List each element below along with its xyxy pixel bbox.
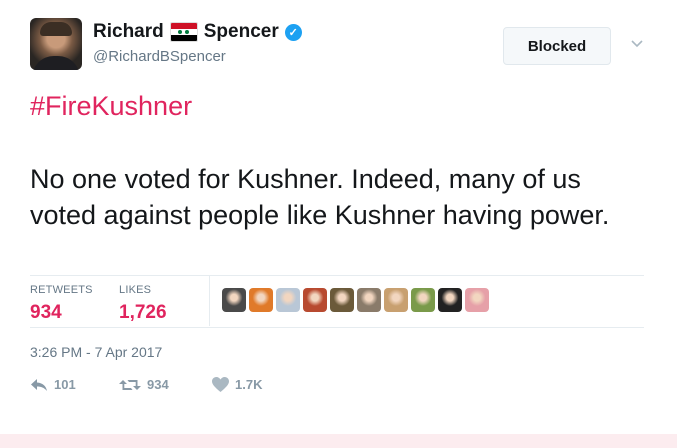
like-action[interactable]: 1.7K <box>212 377 262 392</box>
avatar-hair <box>40 22 72 36</box>
verified-badge-icon: ✓ <box>284 23 302 41</box>
avatar-shoulders <box>32 56 80 70</box>
liker-avatar[interactable] <box>303 288 327 312</box>
stats-bottom-divider <box>30 327 644 328</box>
retweet-count: 934 <box>147 377 169 392</box>
liker-avatars <box>222 288 489 312</box>
user-handle[interactable]: @RichardBSpencer <box>93 48 226 65</box>
liker-avatar[interactable] <box>330 288 354 312</box>
profile-avatar[interactable] <box>30 18 82 70</box>
retweets-stat[interactable]: RETWEETS 934 <box>30 284 93 324</box>
display-name-first[interactable]: Richard <box>93 21 164 43</box>
retweet-icon <box>119 379 141 390</box>
reply-action[interactable]: 101 <box>30 377 119 392</box>
tweet-timestamp[interactable]: 3:26 PM - 7 Apr 2017 <box>30 344 162 360</box>
liker-avatar[interactable] <box>411 288 435 312</box>
likes-stat[interactable]: LIKES 1,726 <box>119 284 167 324</box>
tweet-actions: 101 934 1.7K <box>30 377 262 392</box>
liker-avatar[interactable] <box>222 288 246 312</box>
display-name-last[interactable]: Spencer <box>204 21 279 43</box>
stats-top-divider <box>30 275 644 276</box>
stats-separator <box>209 276 210 326</box>
reply-count: 101 <box>54 377 76 392</box>
display-name-row[interactable]: Richard Spencer ✓ <box>93 20 302 44</box>
liker-avatar[interactable] <box>384 288 408 312</box>
liker-avatar[interactable] <box>249 288 273 312</box>
liker-avatar[interactable] <box>276 288 300 312</box>
retweet-action[interactable]: 934 <box>119 377 212 392</box>
like-count: 1.7K <box>235 377 263 392</box>
syria-flag-icon <box>169 22 198 42</box>
retweets-value[interactable]: 934 <box>30 302 93 324</box>
hashtag-link[interactable]: #FireKushner <box>30 91 192 122</box>
likes-label: LIKES <box>119 284 152 296</box>
tweet-text: No one voted for Kushner. Indeed, many o… <box>30 164 610 230</box>
retweets-label: RETWEETS <box>30 284 93 296</box>
liker-avatar[interactable] <box>438 288 462 312</box>
reply-icon <box>31 378 47 391</box>
blocked-button[interactable]: Blocked <box>503 27 611 65</box>
reply-area-band <box>0 434 677 448</box>
chevron-down-icon[interactable] <box>630 36 644 50</box>
heart-icon <box>212 377 229 392</box>
likes-value[interactable]: 1,726 <box>119 302 167 324</box>
liker-avatar[interactable] <box>465 288 489 312</box>
liker-avatar[interactable] <box>357 288 381 312</box>
